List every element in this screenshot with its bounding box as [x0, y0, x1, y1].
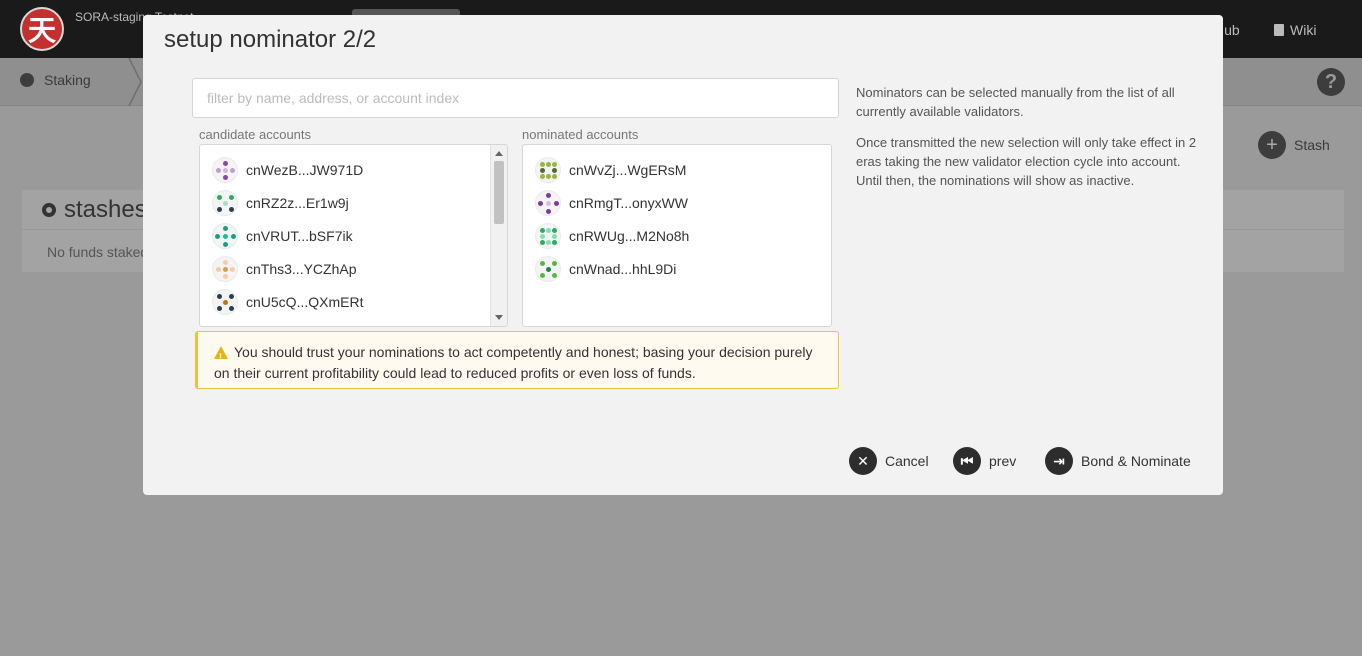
breadcrumb-separator-icon: [128, 58, 142, 106]
account-identicon-icon: [535, 157, 561, 183]
stashes-title: stashes: [64, 195, 147, 223]
account-name: cnWnad...hhL9Di: [569, 261, 677, 277]
help-paragraph: Nominators can be selected manually from…: [856, 85, 1175, 119]
account-name: cnRmgT...onyxWW: [569, 195, 689, 211]
nominated-accounts-label: nominated accounts: [522, 127, 639, 142]
no-funds-text: No funds staked: [47, 244, 149, 260]
prev-button-label: prev: [989, 453, 1017, 469]
scroll-thumb[interactable]: [494, 161, 504, 224]
bond-nominate-button[interactable]: ⇥ Bond & Nominate: [1045, 447, 1191, 475]
step-backward-icon: ⏮: [953, 447, 981, 475]
nomination-warning: You should trust your nominations to act…: [195, 331, 839, 389]
sign-in-icon: ⇥: [1045, 447, 1073, 475]
cancel-button[interactable]: ✕ Cancel: [849, 447, 929, 475]
stash-button-label: Stash: [1294, 137, 1330, 153]
candidate-account[interactable]: cnThs3...YCZhAp: [212, 256, 357, 282]
account-identicon-icon: [535, 223, 561, 249]
prev-button[interactable]: ⏮ prev: [953, 447, 1016, 475]
filter-input[interactable]: [192, 78, 839, 118]
candidate-account[interactable]: cnVRUT...bSF7ik: [212, 223, 353, 249]
candidate-list-scrollbar[interactable]: [490, 145, 507, 326]
nominated-account[interactable]: cnWvZj...WgERsM: [535, 157, 686, 183]
app-logo[interactable]: 天: [20, 7, 64, 51]
scroll-up-icon[interactable]: [495, 151, 503, 156]
nominated-account[interactable]: cnRWUg...M2No8h: [535, 223, 689, 249]
bullet-icon: [42, 202, 56, 217]
logo-glyph: 天: [27, 14, 56, 47]
account-name: cnWezB...JW971D: [246, 162, 364, 178]
book-icon: [1274, 24, 1284, 36]
nominated-account[interactable]: cnRmgT...onyxWW: [535, 190, 688, 216]
account-name: cnRWUg...M2No8h: [569, 228, 690, 244]
close-icon: ✕: [849, 447, 877, 475]
account-identicon-icon: [535, 256, 561, 282]
stash-button[interactable]: + Stash: [1258, 131, 1330, 159]
help-icon[interactable]: ?: [1317, 68, 1345, 96]
tab-staking-label: Staking: [44, 72, 91, 88]
warning-text: You should trust your nominations to act…: [214, 344, 813, 381]
wiki-link[interactable]: Wiki: [1274, 22, 1316, 38]
nominated-account[interactable]: cnWnad...hhL9Di: [535, 256, 676, 282]
account-name: cnRZ2z...Er1w9j: [246, 195, 349, 211]
nominator-help-text: Nominators can be selected manually from…: [856, 83, 1206, 202]
wiki-label: Wiki: [1290, 22, 1317, 38]
bond-nominate-button-label: Bond & Nominate: [1081, 453, 1191, 469]
staking-icon: [20, 73, 34, 87]
account-name: cnVRUT...bSF7ik: [246, 228, 353, 244]
cancel-button-label: Cancel: [885, 453, 929, 469]
tab-staking[interactable]: Staking: [20, 72, 91, 88]
candidate-accounts-list[interactable]: cnWezB...JW971D cnRZ2z...Er1w9j cnVRUT..…: [199, 144, 508, 327]
account-identicon-icon: [212, 190, 238, 216]
candidate-account[interactable]: cnRZ2z...Er1w9j: [212, 190, 349, 216]
candidate-accounts-label: candidate accounts: [199, 127, 312, 142]
account-identicon-icon: [535, 190, 561, 216]
candidate-account[interactable]: cnWezB...JW971D: [212, 157, 363, 183]
account-identicon-icon: [212, 157, 238, 183]
account-name: cnU5cQ...QXmERt: [246, 294, 364, 310]
account-name: cnThs3...YCZhAp: [246, 261, 357, 277]
modal-title: setup nominator 2/2: [164, 26, 377, 53]
account-identicon-icon: [212, 289, 238, 315]
candidate-account[interactable]: cnU5cQ...QXmERt: [212, 289, 363, 315]
warning-icon: [214, 346, 228, 368]
account-name: cnWvZj...WgERsM: [569, 162, 687, 178]
account-identicon-icon: [212, 256, 238, 282]
scroll-down-icon[interactable]: [495, 315, 503, 320]
plus-icon: +: [1258, 131, 1286, 159]
help-paragraph: Once transmitted the new selection will …: [856, 135, 1197, 188]
nominated-accounts-list[interactable]: cnWvZj...WgERsM cnRmgT...onyxWW cnRWUg..…: [522, 144, 832, 327]
account-identicon-icon: [212, 223, 238, 249]
setup-nominator-modal: setup nominator 2/2 candidate accounts n…: [143, 15, 1223, 495]
